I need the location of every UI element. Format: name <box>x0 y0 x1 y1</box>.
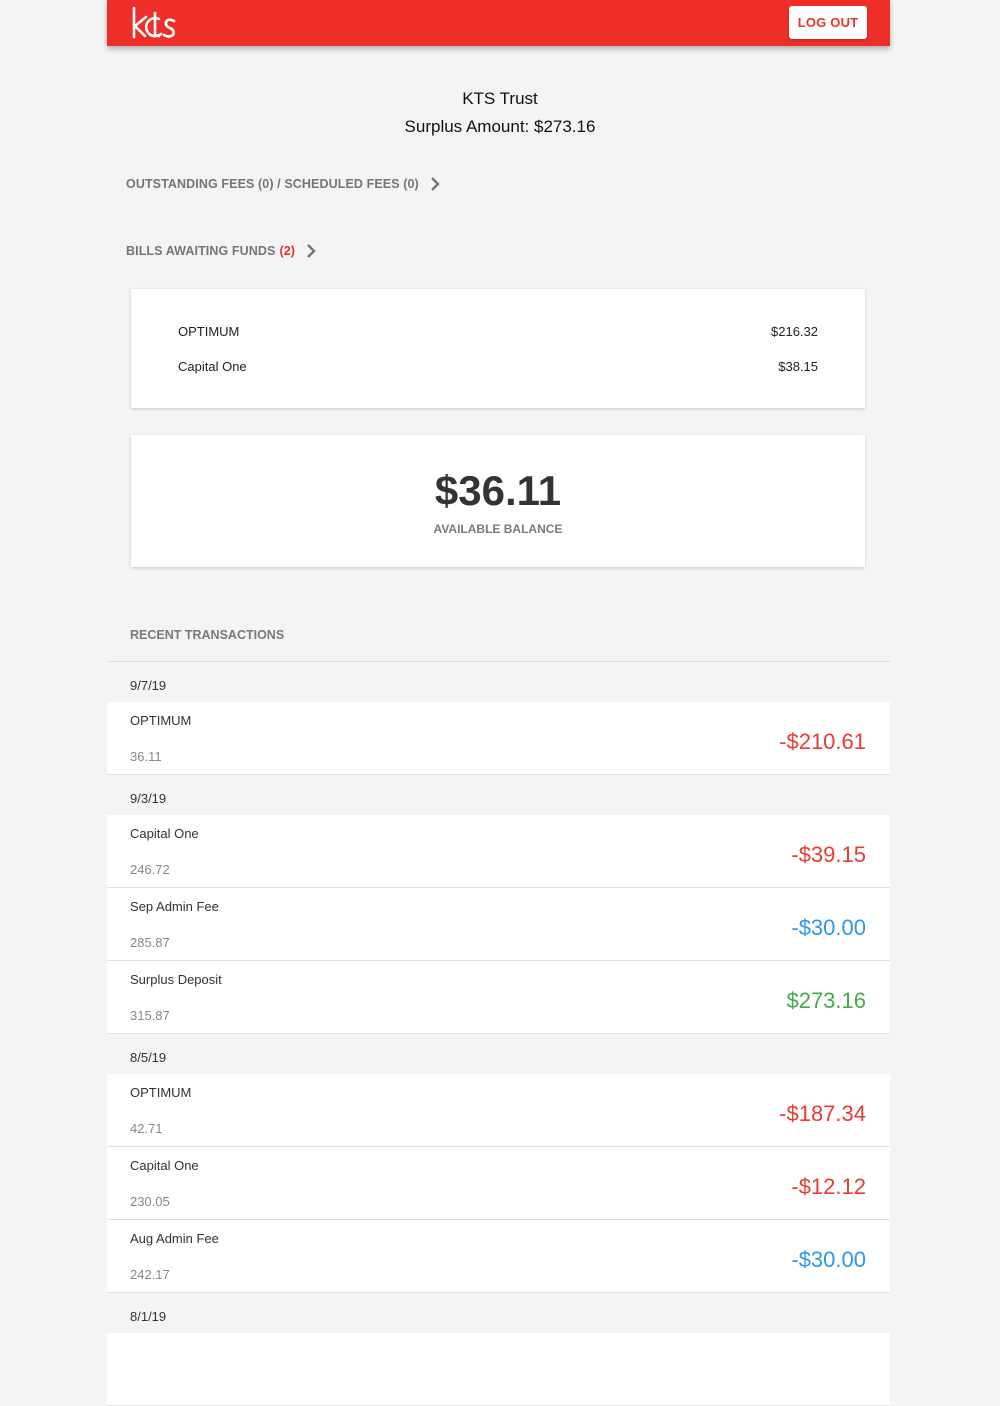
transaction-name: Aug Admin Fee <box>130 1231 219 1246</box>
transaction-amount: -$30.00 <box>791 915 866 940</box>
transaction-name: OPTIMUM <box>130 1085 192 1100</box>
chevron-right-icon <box>430 177 440 191</box>
date-label: 9/7/19 <box>130 678 167 693</box>
date-header: 9/3/19 <box>107 775 890 815</box>
bill-name: OPTIMUM <box>178 324 240 339</box>
bills-awaiting-count: (2) <box>279 244 296 258</box>
transaction-balance: 285.87 <box>130 935 170 950</box>
transaction-amount: -$12.12 <box>791 1174 866 1199</box>
transaction-name: OPTIMUM <box>130 713 192 728</box>
bills-card: OPTIMUM $216.32 Capital One $38.15 <box>131 289 865 408</box>
surplus-amount: Surplus Amount: $273.16 <box>404 117 596 136</box>
transaction-row[interactable]: OPTIMUM 42.71 -$187.34 <box>107 1074 890 1147</box>
transaction-row[interactable]: Surplus Deposit 315.87 $273.16 <box>107 961 890 1034</box>
bill-row[interactable]: OPTIMUM $216.32 <box>178 324 818 339</box>
date-header: 9/7/19 <box>107 662 890 702</box>
transaction-balance: 36.11 <box>130 749 162 764</box>
bills-awaiting-label: BILLS AWAITING FUNDS <box>126 244 276 258</box>
transaction-amount: -$30.00 <box>791 1247 866 1272</box>
date-label: 8/1/19 <box>130 1309 167 1324</box>
transaction-amount: -$187.34 <box>779 1101 866 1126</box>
outstanding-fees-link[interactable]: OUTSTANDING FEES (0) / SCHEDULED FEES (0… <box>126 176 441 192</box>
transaction-balance: 246.72 <box>130 862 170 877</box>
bill-row[interactable]: Capital One $38.15 <box>178 359 818 374</box>
recent-transactions-title: RECENT TRANSACTIONS <box>130 628 285 642</box>
transaction-amount: $273.16 <box>786 988 866 1013</box>
transaction-balance: 230.05 <box>130 1194 170 1209</box>
transaction-name: Surplus Deposit <box>130 972 222 987</box>
available-balance-label: AVAILABLE BALANCE <box>433 522 563 536</box>
date-header: 8/1/19 <box>107 1293 890 1333</box>
transaction-name: Capital One <box>130 826 199 841</box>
transaction-row[interactable]: Capital One 246.72 -$39.15 <box>107 815 890 888</box>
transaction-row[interactable]: Capital One 230.05 -$12.12 <box>107 1147 890 1220</box>
transaction-amount: -$210.61 <box>779 729 866 754</box>
transaction-amount: -$39.15 <box>791 842 866 867</box>
date-header: 8/5/19 <box>107 1034 890 1074</box>
bill-name: Capital One <box>178 359 247 374</box>
bills-awaiting-funds-link[interactable]: BILLS AWAITING FUNDS (2) <box>126 243 317 259</box>
transaction-balance: 242.17 <box>130 1267 170 1282</box>
chevron-right-icon <box>307 244 316 258</box>
transaction-balance: 42.71 <box>130 1121 163 1136</box>
transaction-name: Capital One <box>130 1158 199 1173</box>
available-balance-amount: $36.11 <box>434 467 562 514</box>
bill-amount: $38.15 <box>778 359 818 374</box>
app-header: LOG OUT <box>107 0 890 46</box>
bill-amount: $216.32 <box>771 324 818 339</box>
logout-button[interactable]: LOG OUT <box>789 6 867 39</box>
transaction-row[interactable]: OPTIMUM 36.11 -$210.61 <box>107 702 890 775</box>
transaction-row[interactable]: Aug Admin Fee 242.17 -$30.00 <box>107 1220 890 1293</box>
transaction-balance: 315.87 <box>130 1008 170 1023</box>
balance-card: $36.11 AVAILABLE BALANCE <box>131 435 865 567</box>
app-root: LOG OUT KTS Trust Surplus Amount: $273.1… <box>0 0 1000 1406</box>
kts-logo[interactable] <box>131 5 177 41</box>
date-label: 9/3/19 <box>130 791 167 806</box>
transaction-row[interactable] <box>107 1333 890 1406</box>
outstanding-fees-label: OUTSTANDING FEES (0) / SCHEDULED FEES (0… <box>126 177 419 191</box>
transactions-list: 9/7/19 OPTIMUM 36.11 -$210.61 9/3/19 Cap… <box>107 662 890 1406</box>
account-name: KTS Trust <box>462 89 538 108</box>
transaction-name: Sep Admin Fee <box>130 899 219 914</box>
date-label: 8/5/19 <box>130 1050 167 1065</box>
transaction-row[interactable]: Sep Admin Fee 285.87 -$30.00 <box>107 888 890 961</box>
